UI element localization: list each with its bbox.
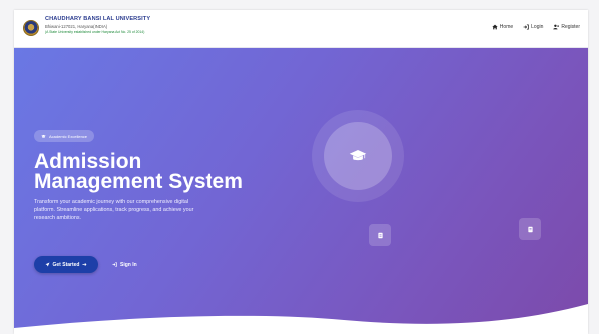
nav-register-link[interactable]: Register — [553, 24, 580, 30]
user-plus-icon — [553, 24, 560, 30]
hero-description: Transform your academic journey with our… — [34, 199, 194, 221]
badge-label: Academic Excellence — [49, 133, 88, 139]
nav-register-label: Register — [561, 24, 580, 30]
nav-login-label: Login — [531, 24, 544, 30]
hero-ring-inner — [324, 122, 392, 190]
page-frame: CHAUDHARY BANSI LAL UNIVERSITY Bhiwani-1… — [14, 10, 588, 334]
nav-home-link[interactable]: Home — [492, 24, 513, 30]
home-icon — [492, 24, 498, 30]
top-navbar: CHAUDHARY BANSI LAL UNIVERSITY Bhiwani-1… — [14, 10, 588, 48]
sign-in-label: Sign In — [120, 261, 137, 268]
hero-section: Academic Excellence Admission Management… — [14, 48, 588, 334]
academic-excellence-badge: Academic Excellence — [34, 130, 95, 142]
hero-title: Admission Management System — [34, 150, 294, 193]
university-name: CHAUDHARY BANSI LAL UNIVERSITY — [45, 16, 151, 22]
floating-card-right — [519, 218, 541, 240]
university-location: Bhiwani-127021, Haryana(INDIA) — [45, 23, 108, 29]
graduation-cap-icon — [349, 150, 367, 161]
brand-block: CHAUDHARY BANSI LAL UNIVERSITY Bhiwani-1… — [45, 16, 150, 34]
document-icon — [377, 232, 383, 238]
nav-links: Home Login Register — [492, 24, 580, 30]
university-logo[interactable] — [23, 20, 39, 36]
rocket-icon — [45, 262, 50, 267]
nav-login-link[interactable]: Login — [523, 24, 543, 30]
login-icon — [523, 24, 529, 30]
university-note: (A State University established under Ha… — [45, 30, 145, 34]
hero-title-line1: Admission — [34, 150, 142, 173]
sign-in-button[interactable]: Sign In — [112, 256, 137, 273]
get-started-button[interactable]: Get Started — [34, 256, 98, 273]
arrow-right-icon — [82, 263, 87, 266]
hero-title-line2: Management System — [34, 170, 243, 193]
hero-bottom-wave — [14, 304, 588, 334]
floating-card-left — [369, 224, 391, 246]
nav-home-label: Home — [499, 24, 514, 30]
file-icon — [527, 226, 533, 232]
get-started-label: Get Started — [52, 261, 80, 268]
sign-in-icon — [112, 262, 117, 267]
graduation-cap-icon — [41, 134, 46, 138]
